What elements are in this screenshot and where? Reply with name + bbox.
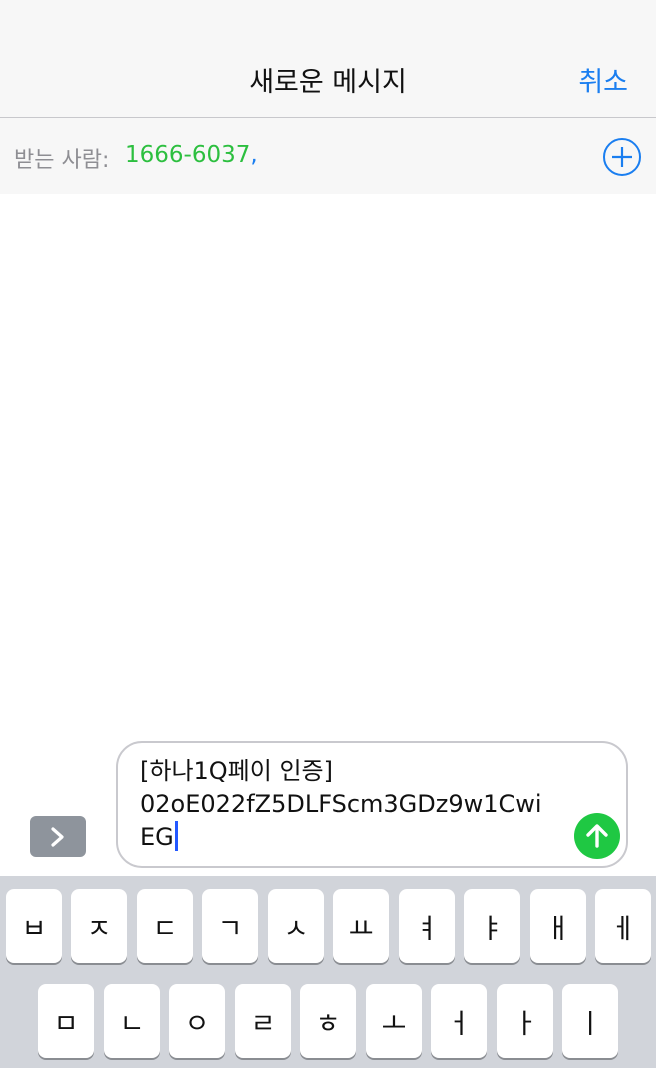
key-yeo[interactable]: ㅕ xyxy=(399,889,455,963)
expand-apps-button[interactable] xyxy=(30,816,86,857)
key-e[interactable]: ㅔ xyxy=(595,889,651,963)
send-button[interactable] xyxy=(574,813,620,859)
recipient-field[interactable]: 1666-6037, xyxy=(125,142,258,168)
recipient-number[interactable]: 1666-6037 xyxy=(125,142,250,168)
key-yo[interactable]: ㅛ xyxy=(333,889,389,963)
recipient-bar: 받는 사람: 1666-6037, xyxy=(0,118,656,194)
key-digeut[interactable]: ㄷ xyxy=(137,889,193,963)
keyboard-row-1: ㅂ ㅈ ㄷ ㄱ ㅅ ㅛ ㅕ ㅑ ㅐ ㅔ xyxy=(0,889,656,965)
key-ae[interactable]: ㅐ xyxy=(530,889,586,963)
key-a[interactable]: ㅏ xyxy=(497,984,553,1058)
key-mieum[interactable]: ㅁ xyxy=(38,984,94,1058)
add-recipient-button[interactable] xyxy=(602,137,642,177)
key-jieut[interactable]: ㅈ xyxy=(71,889,127,963)
key-ya[interactable]: ㅑ xyxy=(464,889,520,963)
key-siot[interactable]: ㅅ xyxy=(268,889,324,963)
keyboard: ㅂ ㅈ ㄷ ㄱ ㅅ ㅛ ㅕ ㅑ ㅐ ㅔ ㅁ ㄴ ㅇ ㄹ ㅎ ㅗ ㅓ ㅏ ㅣ xyxy=(0,876,656,1068)
key-nieun[interactable]: ㄴ xyxy=(104,984,160,1058)
plus-circle-icon xyxy=(603,138,641,176)
message-input[interactable]: [하나1Q페이 인증] 02oE022fZ5DLFScm3GDz9w1Cwi E… xyxy=(116,741,628,868)
key-o[interactable]: ㅗ xyxy=(366,984,422,1058)
page-title: 새로운 메시지 xyxy=(249,67,407,98)
key-eo[interactable]: ㅓ xyxy=(431,984,487,1058)
key-i[interactable]: ㅣ xyxy=(562,984,618,1058)
arrow-up-icon xyxy=(586,824,608,848)
chevron-right-icon xyxy=(51,827,64,847)
key-giyeok[interactable]: ㄱ xyxy=(202,889,258,963)
key-rieul[interactable]: ㄹ xyxy=(235,984,291,1058)
conversation-area xyxy=(0,194,656,736)
recipient-separator: , xyxy=(250,142,258,168)
key-ieung[interactable]: ㅇ xyxy=(169,984,225,1058)
message-text-content[interactable]: [하나1Q페이 인증] 02oE022fZ5DLFScm3GDz9w1Cwi E… xyxy=(140,757,542,851)
text-caret xyxy=(174,821,178,851)
key-bieup[interactable]: ㅂ xyxy=(6,889,62,963)
key-hieut[interactable]: ㅎ xyxy=(300,984,356,1058)
message-text[interactable]: [하나1Q페이 인증] 02oE022fZ5DLFScm3GDz9w1Cwi E… xyxy=(140,755,560,854)
navigation-bar: 새로운 메시지 취소 xyxy=(0,0,656,118)
keyboard-row-2: ㅁ ㄴ ㅇ ㄹ ㅎ ㅗ ㅓ ㅏ ㅣ xyxy=(0,984,656,1060)
recipient-label: 받는 사람: xyxy=(14,148,110,173)
cancel-button[interactable]: 취소 xyxy=(578,60,628,99)
